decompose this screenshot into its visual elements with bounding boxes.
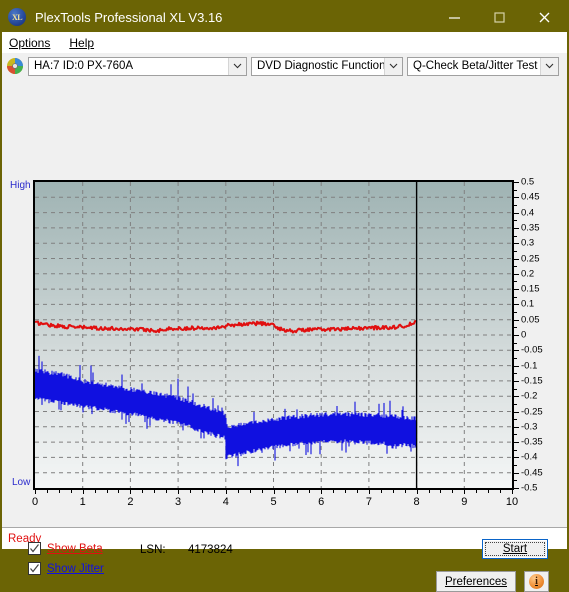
chevron-down-icon[interactable] — [228, 57, 246, 75]
y-axis-tick — [514, 411, 519, 413]
lsn-value: 4173824 — [188, 544, 233, 556]
checkmark-icon[interactable] — [28, 562, 41, 575]
show-beta-label: Show Beta — [47, 542, 103, 555]
y-axis-tick-label: 0.4 — [521, 207, 535, 219]
show-beta-checkbox[interactable]: Show Beta — [28, 542, 103, 555]
y-axis-tick — [514, 243, 519, 245]
y-axis-minor-tick — [514, 312, 517, 314]
application-window: XL PlexTools Professional XL V3.16 Optio… — [0, 0, 569, 592]
y-axis-tick-label: 0.15 — [521, 283, 540, 295]
y-axis-tick-label: 0.5 — [521, 176, 535, 188]
y-axis-minor-tick — [514, 342, 517, 344]
start-button[interactable]: Start — [482, 539, 548, 559]
y-axis-tick-label: -0.05 — [521, 344, 543, 356]
show-jitter-label: Show Jitter — [47, 562, 104, 575]
chevron-down-icon[interactable] — [384, 57, 402, 75]
info-button[interactable]: i — [524, 571, 549, 592]
show-jitter-checkbox[interactable]: Show Jitter — [28, 562, 104, 575]
menu-item-help[interactable]: Help — [69, 36, 104, 50]
checkmark-icon[interactable] — [28, 542, 41, 555]
y-axis-tick-label: 0 — [521, 329, 527, 341]
drive-select-value: HA:7 ID:0 PX-760A — [34, 60, 134, 72]
focus-outline — [485, 542, 545, 556]
lsn-label: LSN: — [140, 544, 166, 556]
y-axis-minor-tick — [514, 388, 517, 390]
y-axis-tick — [514, 396, 519, 398]
beta-jitter-chart: High Low 0.5 0.45 0.4 0.35 0.3 0.25 0.2 0.15 0.1… — [2, 79, 567, 509]
y-axis-tick-label: -0.15 — [521, 375, 543, 387]
main-panel: High Low 0.5 0.45 0.4 0.35 0.3 0.25 0.2 0.15 0.1… — [2, 79, 567, 592]
y-axis-tick-label: -0.1 — [521, 360, 538, 372]
y-axis-tick-label: 0.1 — [521, 298, 535, 310]
function-select-value: DVD Diagnostic Functions — [257, 60, 384, 72]
xl-logo-icon: XL — [8, 8, 26, 26]
info-icon: i — [529, 574, 544, 589]
close-icon[interactable] — [522, 2, 567, 32]
y-axis-tick-label: 0.45 — [521, 191, 540, 203]
y-axis-tick — [514, 304, 519, 306]
y-axis-tick — [514, 197, 519, 199]
y-axis-tick — [514, 319, 519, 321]
y-axis-tick — [514, 350, 519, 352]
y-axis-minor-tick — [514, 235, 517, 237]
y-axis-minor-tick — [514, 189, 517, 191]
chevron-down-icon[interactable] — [540, 57, 558, 75]
preferences-button-label: Preferences — [444, 575, 507, 588]
y-axis-minor-tick — [514, 403, 517, 405]
menu-bar: Options Help — [2, 32, 567, 53]
window-title: PlexTools Professional XL V3.16 — [35, 9, 223, 25]
y-axis-tick-label: 0.35 — [521, 222, 540, 234]
disc-drive-icon — [7, 58, 23, 74]
y-axis-minor-tick — [514, 266, 517, 268]
window-controls — [432, 2, 567, 32]
function-select[interactable]: DVD Diagnostic Functions — [251, 56, 403, 76]
title-bar: XL PlexTools Professional XL V3.16 — [2, 2, 567, 32]
y-axis-minor-tick — [514, 373, 517, 375]
y-axis-tick — [514, 182, 519, 183]
y-axis-tick-label: -0.25 — [521, 406, 543, 417]
y-axis-tick — [514, 273, 519, 275]
y-axis-minor-tick — [514, 204, 517, 206]
y-axis-tick-label: 0.25 — [521, 253, 540, 264]
chart-controls: Show Beta Show Jitter LSN: 4173824 Start… — [2, 419, 567, 592]
y-axis-minor-tick — [514, 357, 517, 359]
y-axis-tick-label: 0.05 — [521, 314, 540, 326]
preferences-button[interactable]: Preferences — [436, 571, 516, 592]
maximize-icon[interactable] — [477, 2, 522, 32]
selector-toolbar: HA:7 ID:0 PX-760A DVD Diagnostic Functio… — [2, 53, 567, 79]
menu-item-options[interactable]: Options — [9, 36, 60, 50]
y-axis-high-label: High — [10, 180, 31, 191]
y-axis-tick — [514, 365, 519, 367]
y-axis-minor-tick — [514, 296, 517, 298]
y-axis-minor-tick — [514, 250, 517, 252]
test-select[interactable]: Q-Check Beta/Jitter Test — [407, 56, 559, 76]
y-axis-tick-label: 0.2 — [521, 268, 535, 280]
y-axis-minor-tick — [514, 220, 517, 222]
y-axis-tick — [514, 380, 519, 382]
y-axis-minor-tick — [514, 281, 517, 283]
y-axis-tick — [514, 227, 519, 229]
minimize-icon[interactable] — [432, 2, 477, 32]
test-select-value: Q-Check Beta/Jitter Test — [413, 60, 538, 72]
y-axis-tick — [514, 212, 519, 214]
y-axis-tick — [514, 335, 519, 336]
y-axis-minor-tick — [514, 327, 517, 329]
y-axis-tick-label: 0.3 — [521, 237, 535, 249]
y-axis-tick — [514, 289, 519, 291]
drive-select[interactable]: HA:7 ID:0 PX-760A — [28, 56, 247, 76]
y-axis-tick-label: -0.2 — [521, 390, 538, 402]
y-axis-tick — [514, 258, 519, 260]
